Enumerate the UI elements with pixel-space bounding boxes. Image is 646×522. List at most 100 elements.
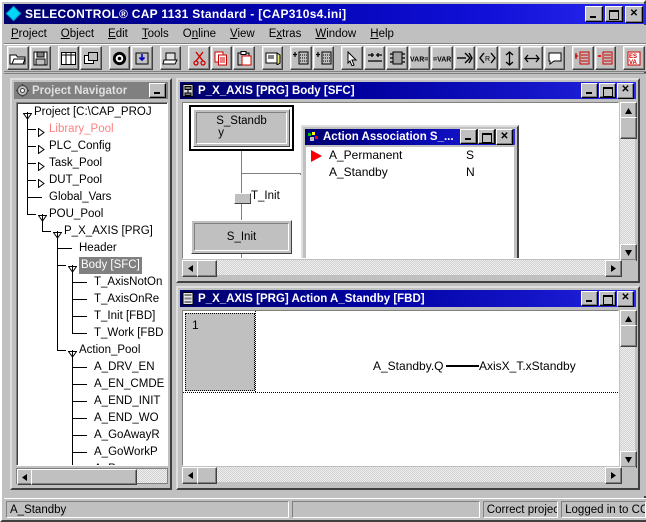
jump-icon[interactable] <box>453 46 476 70</box>
aa-maximize-button[interactable] <box>478 129 495 144</box>
menu-edit[interactable]: Edit <box>101 27 135 41</box>
sfc-hscrollbar[interactable] <box>182 260 636 277</box>
tree-item[interactable]: T_AxisNotOn <box>17 274 167 291</box>
fbd-vscroll-thumb[interactable] <box>620 325 637 347</box>
return-icon[interactable]: R <box>476 46 498 70</box>
sfc-canvas[interactable]: S_Standb y T_Init S_Init Action Associat… <box>182 102 619 259</box>
paste-icon[interactable] <box>233 46 255 70</box>
var-in-icon[interactable]: =VAR <box>431 46 453 70</box>
sfc-vscroll-thumb[interactable] <box>620 117 637 139</box>
fbd-minimize-button[interactable] <box>581 290 598 306</box>
cascade-icon[interactable] <box>80 46 102 70</box>
tree-item[interactable]: DUT_Pool <box>17 172 167 189</box>
tree-item[interactable]: Project [C:\CAP_PROJ <box>17 104 167 121</box>
watch-variables-icon[interactable]: ES VA <box>623 46 645 70</box>
action-association-list[interactable]: A_Permanent S A_Standby N <box>306 147 514 258</box>
sfc-scroll-down-button[interactable] <box>620 244 637 261</box>
sfc-maximize-button[interactable] <box>599 82 616 98</box>
navigator-hscrollbar[interactable] <box>16 468 168 485</box>
tree-item[interactable]: POU_Pool <box>17 206 167 223</box>
compile-target-icon[interactable] <box>108 46 131 70</box>
insert-before-icon[interactable] <box>290 46 312 70</box>
navigator-minimize-button[interactable] <box>149 83 166 98</box>
sfc-minimize-button[interactable] <box>581 82 598 98</box>
tree-item[interactable]: A_DRV_EN <box>17 359 167 376</box>
project-tree[interactable]: Project [C:\CAP_PROJ Library_Pool PLC_Conf… <box>16 102 168 466</box>
tree-item[interactable]: T_AxisOnRe <box>17 291 167 308</box>
pointer-icon[interactable] <box>341 46 363 70</box>
menu-project[interactable]: Project <box>4 27 54 41</box>
tree-item[interactable]: Global_Vars <box>17 189 167 206</box>
cut-icon[interactable] <box>188 46 210 70</box>
fbd-connection-wire[interactable] <box>446 365 479 367</box>
tree-item[interactable]: A_GoAwayR <box>17 427 167 444</box>
fbd-hscrollbar[interactable] <box>182 467 636 484</box>
sfc-close-button[interactable]: ✕ <box>617 82 634 99</box>
tree-item[interactable]: T_Init [FBD] <box>17 308 167 325</box>
fbd-maximize-button[interactable] <box>599 290 616 306</box>
fbd-right-operand[interactable]: AxisX_T.xStandby <box>479 359 576 373</box>
sfc-vscrollbar[interactable] <box>620 102 637 261</box>
sfc-transition-box[interactable] <box>234 193 251 204</box>
save-icon[interactable] <box>29 46 52 70</box>
open-project-icon[interactable] <box>7 46 29 70</box>
close-button[interactable]: ✕ <box>625 5 643 23</box>
sfc-step-standby[interactable]: S_Standb y <box>193 109 290 147</box>
menu-view[interactable]: View <box>223 27 262 41</box>
menu-window[interactable]: Window <box>308 27 363 41</box>
sfc-hscroll-thumb[interactable] <box>197 260 217 277</box>
fbd-scroll-right-button[interactable] <box>605 467 622 484</box>
tree-item[interactable]: A_END_WO <box>17 410 167 427</box>
tree-item[interactable]: A_EN_CMDE <box>17 376 167 393</box>
fbd-hscroll-track[interactable] <box>197 467 605 482</box>
remove-breakpoint-icon[interactable] <box>594 46 617 70</box>
tree-item[interactable]: Header <box>17 240 167 257</box>
comment-icon[interactable] <box>543 46 566 70</box>
vertical-connect-icon[interactable] <box>498 46 521 70</box>
chevron-right-icon[interactable] <box>38 177 47 189</box>
maximize-button[interactable] <box>605 5 623 22</box>
chevron-right-icon[interactable] <box>38 126 47 138</box>
menu-object[interactable]: Object <box>54 27 101 41</box>
minimize-button[interactable] <box>585 5 603 22</box>
insert-after-icon[interactable] <box>312 46 335 70</box>
tree-item[interactable]: Body [SFC] <box>17 257 167 274</box>
tree-item[interactable]: A_END_INIT <box>17 393 167 410</box>
contact-icon[interactable] <box>363 46 386 70</box>
hscroll-thumb[interactable] <box>31 469 137 485</box>
chevron-right-icon[interactable] <box>38 160 47 172</box>
sfc-step-init[interactable]: S_Init <box>191 220 292 254</box>
columns-icon[interactable] <box>57 46 80 70</box>
tree-item[interactable]: A_GoWorkP <box>17 444 167 461</box>
print-preview-icon[interactable] <box>261 46 284 70</box>
action-association-row[interactable]: A_Permanent S <box>306 147 514 164</box>
action-association-row[interactable]: A_Standby N <box>306 164 514 181</box>
menu-help[interactable]: Help <box>363 27 401 41</box>
function-block-icon[interactable] <box>386 46 408 70</box>
aa-minimize-button[interactable] <box>460 129 477 144</box>
sfc-hscroll-track[interactable] <box>197 260 605 275</box>
fbd-hscroll-thumb[interactable] <box>197 467 217 484</box>
tree-item[interactable]: A_Permanen <box>17 461 167 465</box>
var-out-icon[interactable]: VAR= <box>408 46 431 70</box>
tree-item[interactable]: PLC_Config <box>17 138 167 155</box>
tree-item[interactable]: T_Work [FBD <box>17 325 167 342</box>
fbd-network-header[interactable]: 1 <box>185 313 255 391</box>
aa-close-button[interactable]: ✕ <box>496 129 513 145</box>
tree-item[interactable]: P_X_AXIS [PRG] <box>17 223 167 240</box>
horizontal-connect-icon[interactable] <box>521 46 543 70</box>
download-icon[interactable] <box>131 46 153 70</box>
print-icon[interactable] <box>159 46 182 70</box>
chevron-right-icon[interactable] <box>38 143 47 155</box>
fbd-vscrollbar[interactable] <box>620 310 637 468</box>
menu-online[interactable]: Online <box>176 27 223 41</box>
fbd-close-button[interactable]: ✕ <box>617 290 634 307</box>
tree-item[interactable]: Task_Pool <box>17 155 167 172</box>
tree-item[interactable]: Library_Pool <box>17 121 167 138</box>
tree-item[interactable]: Action_Pool <box>17 342 167 359</box>
fbd-canvas[interactable]: 1 A_Standby.Q AxisX_T.xStandby <box>182 310 619 466</box>
add-breakpoint-icon[interactable] <box>572 46 594 70</box>
fbd-scroll-down-button[interactable] <box>620 451 637 468</box>
sfc-scroll-right-button[interactable] <box>605 260 622 277</box>
menu-extras[interactable]: Extras <box>262 27 309 41</box>
